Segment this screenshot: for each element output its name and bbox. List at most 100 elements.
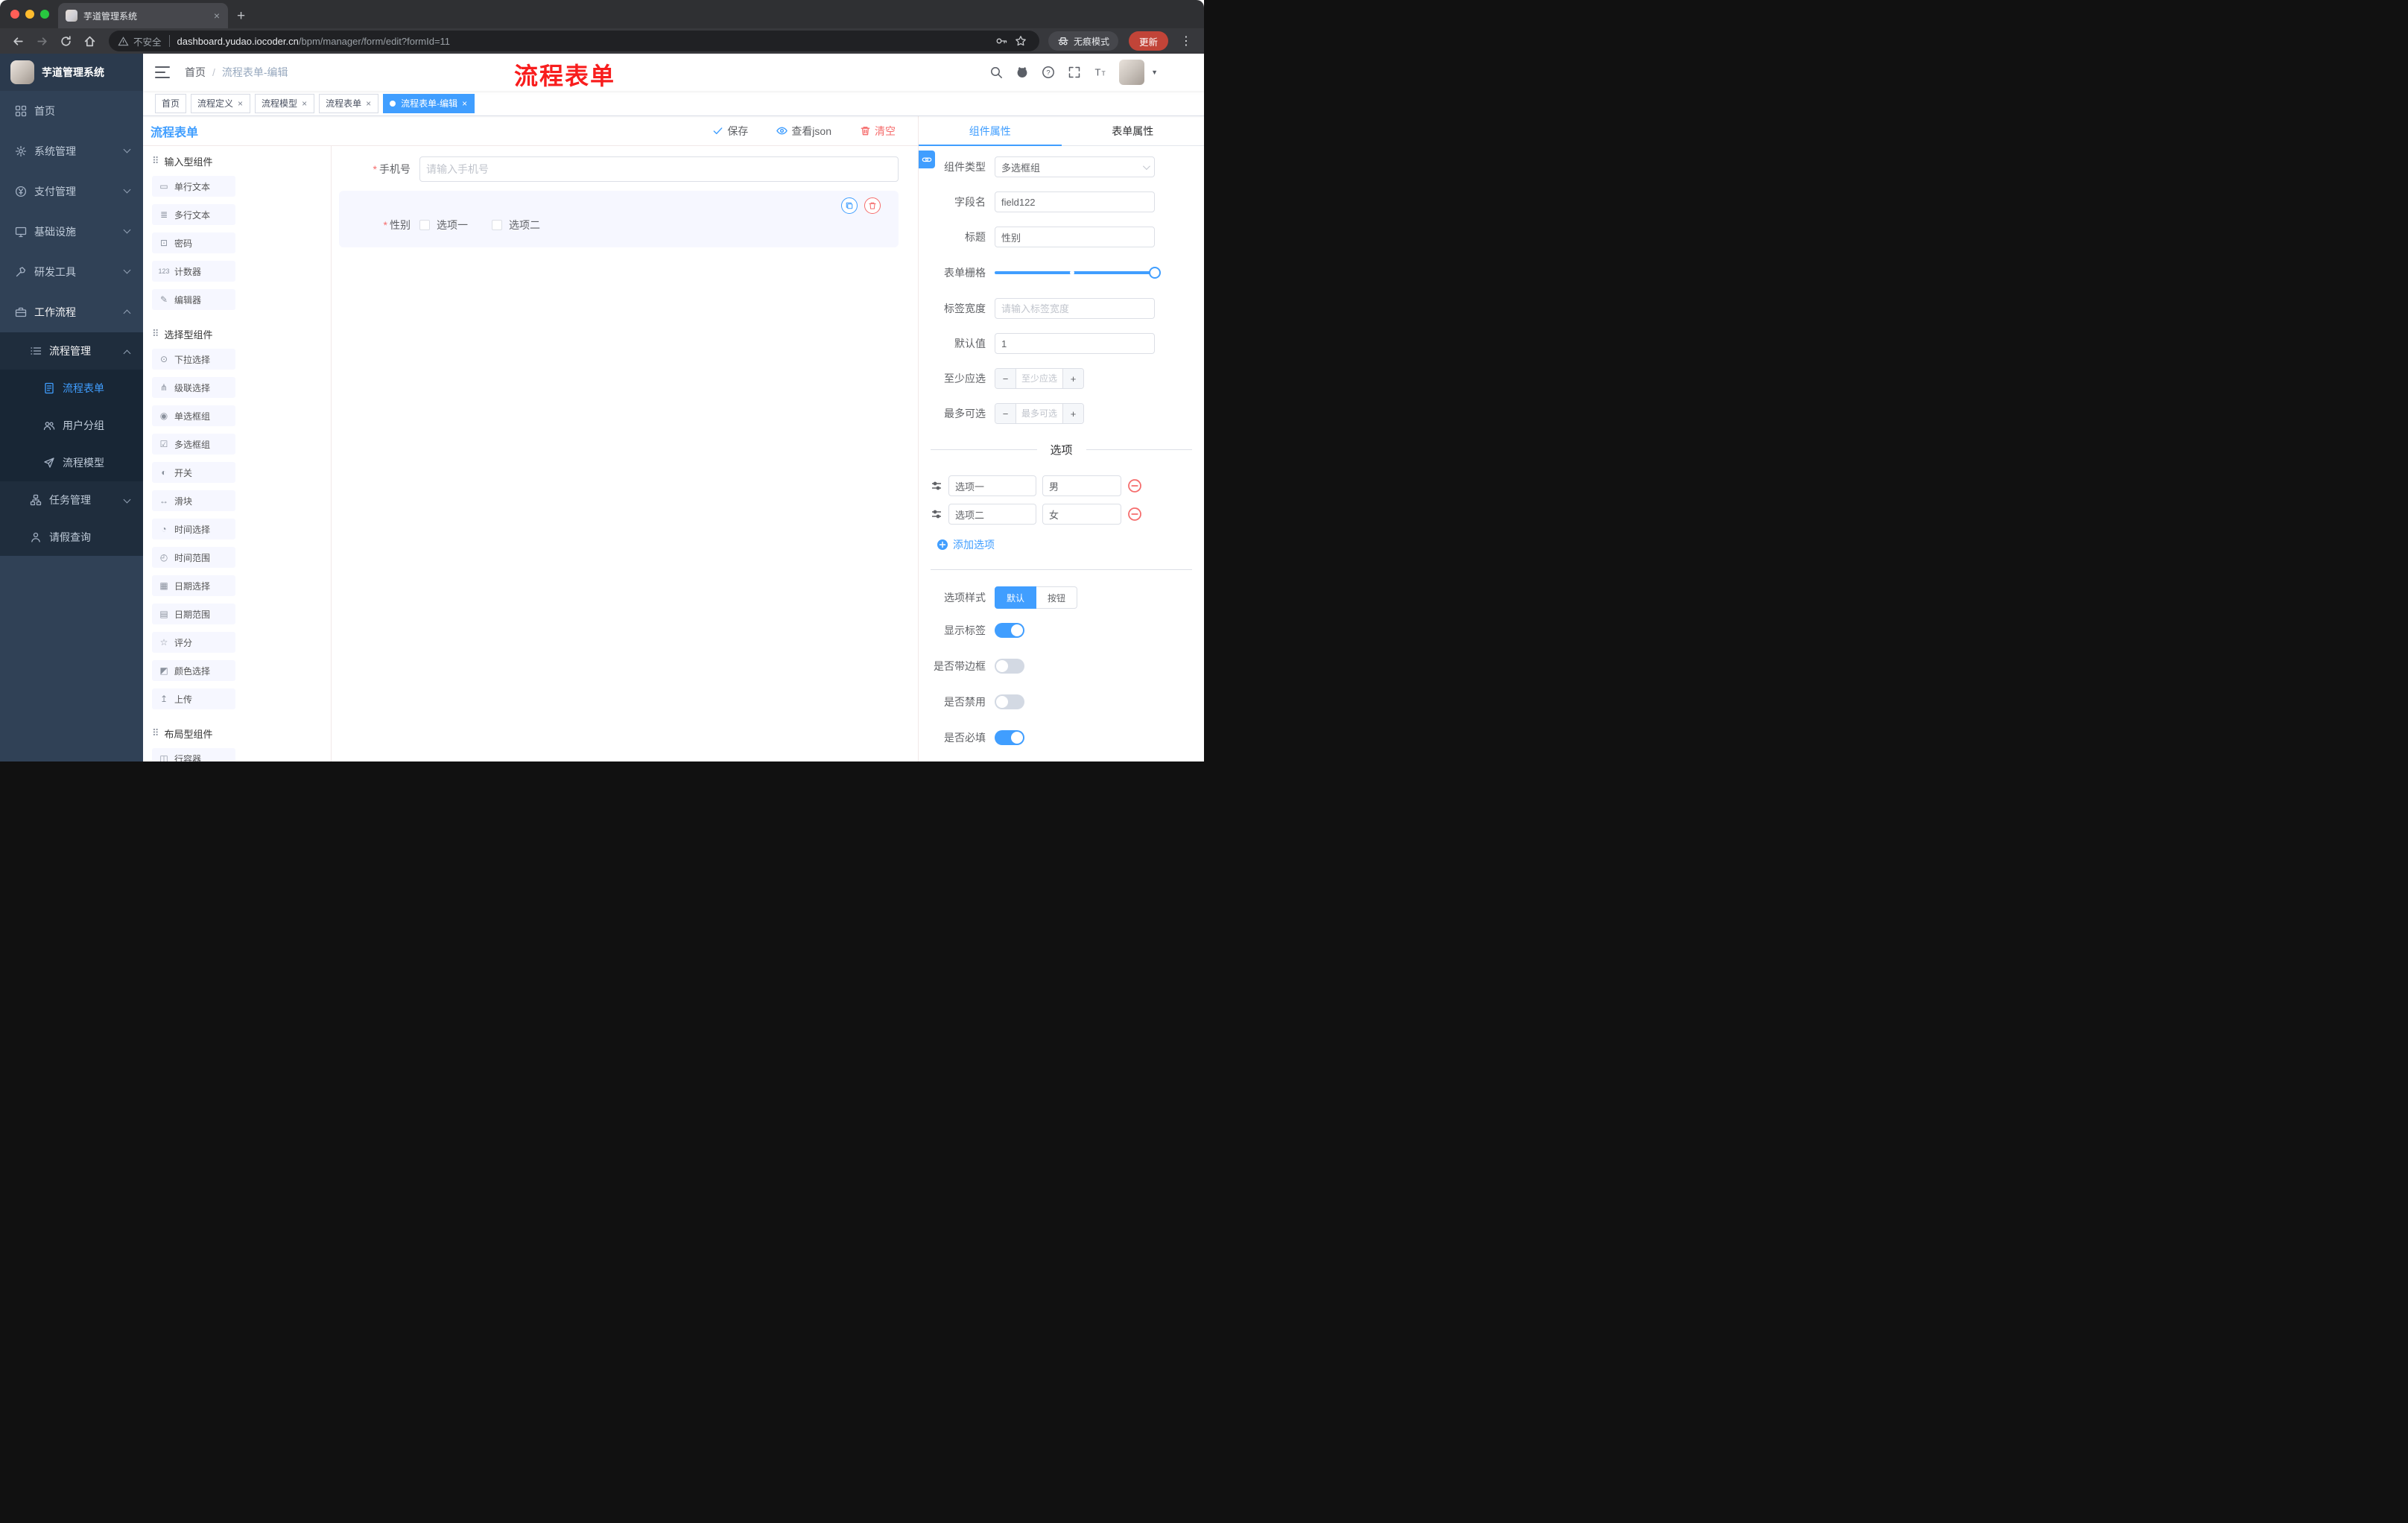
sidebar-logo[interactable]: 芋道管理系统 [0,54,143,91]
gender-option2-checkbox[interactable]: 选项二 [492,218,540,232]
grid-slider[interactable] [995,267,1161,279]
sidebar-item-process-management[interactable]: 流程管理 [0,332,143,370]
option-style-default-button[interactable]: 默认 [995,586,1037,609]
tag-close-icon[interactable]: × [365,98,372,109]
clear-button[interactable]: 清空 [855,123,900,139]
sidebar-item-devtools[interactable]: 研发工具 [0,252,143,292]
palette-item-textarea[interactable]: ≣ 多行文本 [152,204,235,225]
back-button[interactable] [7,31,28,51]
remove-option-icon[interactable] [1127,478,1142,493]
tag-process-form-edit[interactable]: 流程表单-编辑 × [383,93,475,113]
required-toggle[interactable] [995,730,1024,745]
tab-form-props[interactable]: 表单属性 [1062,116,1205,145]
security-label[interactable]: 不安全 [133,34,162,48]
phone-input[interactable] [419,156,899,182]
password-key-icon[interactable] [992,31,1011,51]
palette-item-select[interactable]: ⊙ 下拉选择 [152,349,235,370]
palette-item-slider[interactable]: ↔ 滑块 [152,490,235,511]
avatar-caret-icon[interactable]: ▼ [1151,69,1158,76]
option-value-input[interactable] [1042,504,1121,525]
sidebar-item-process-model[interactable]: 流程模型 [0,444,143,481]
reload-button[interactable] [55,31,76,51]
increase-button[interactable]: + [1062,404,1083,423]
sidebar-item-system[interactable]: 系统管理 [0,131,143,171]
help-icon[interactable]: ? [1041,65,1056,80]
window-minimize-button[interactable] [25,10,34,19]
new-tab-button[interactable]: + [237,9,245,23]
search-icon[interactable] [989,65,1004,80]
view-json-button[interactable]: 查看json [772,123,836,139]
label-width-input[interactable] [995,298,1155,319]
tag-close-icon[interactable]: × [461,98,468,109]
hamburger-icon[interactable] [155,66,171,78]
palette-item-color-picker[interactable]: ◩ 颜色选择 [152,660,235,681]
option-label-input[interactable] [948,504,1036,525]
disabled-toggle[interactable] [995,694,1024,709]
gender-option1-checkbox[interactable]: 选项一 [419,218,468,232]
canvas-field-gender-selected[interactable]: 性别 选项一 选项二 [339,191,899,247]
copy-field-icon[interactable] [841,197,858,214]
tab-close-icon[interactable]: × [212,10,222,21]
slider-handle[interactable] [1149,267,1161,279]
sidebar-item-task-management[interactable]: 任务管理 [0,481,143,519]
fullscreen-icon[interactable] [1067,65,1082,80]
sidebar-item-home[interactable]: 首页 [0,91,143,131]
browser-tab[interactable]: 芋道管理系统 × [58,3,228,28]
address-bar[interactable]: 不安全 dashboard.yudao.iocoder.cn/bpm/manag… [109,31,1039,51]
palette-item-rate[interactable]: ☆ 评分 [152,632,235,653]
palette-item-date-range[interactable]: ▤ 日期范围 [152,604,235,624]
increase-button[interactable]: + [1062,369,1083,388]
window-close-button[interactable] [10,10,19,19]
palette-item-time-range[interactable]: ◴ 时间范围 [152,547,235,568]
border-toggle[interactable] [995,659,1024,674]
forward-button[interactable] [31,31,52,51]
drag-handle-icon[interactable] [931,480,942,492]
drag-handle-icon[interactable] [931,508,942,520]
sidebar-item-process-form[interactable]: 流程表单 [0,370,143,407]
user-avatar[interactable] [1119,60,1145,85]
option-style-button-button[interactable]: 按钮 [1036,586,1078,609]
palette-item-counter[interactable]: 123 计数器 [152,261,235,282]
home-button[interactable] [79,31,100,51]
title-input[interactable] [995,227,1155,247]
palette-item-date-picker[interactable]: ▦ 日期选择 [152,575,235,596]
link-badge-icon[interactable] [919,151,935,168]
palette-item-row-container[interactable]: ◫ 行容器 [152,748,235,762]
palette-item-upload[interactable]: ↥ 上传 [152,688,235,709]
browser-update-button[interactable]: 更新 [1128,31,1168,51]
palette-item-time-picker[interactable]: ◔ 时间选择 [152,519,235,539]
breadcrumb-home[interactable]: 首页 [185,65,206,80]
tag-process-model[interactable]: 流程模型 × [255,93,315,113]
window-zoom-button[interactable] [40,10,49,19]
tag-close-icon[interactable]: × [237,98,244,109]
sidebar-item-infrastructure[interactable]: 基础设施 [0,212,143,252]
default-value-input[interactable] [995,333,1155,354]
github-icon[interactable] [1015,65,1030,80]
sidebar-item-leave-query[interactable]: 请假查询 [0,519,143,556]
tag-home[interactable]: 首页 [155,93,187,113]
palette-item-radio-group[interactable]: ◉ 单选框组 [152,405,235,426]
palette-item-password[interactable]: ⊡ 密码 [152,232,235,253]
save-button[interactable]: 保存 [708,123,752,139]
decrease-button[interactable]: − [995,404,1016,423]
url-text[interactable]: dashboard.yudao.iocoder.cn/bpm/manager/f… [177,36,992,47]
palette-item-checkbox-group[interactable]: ☑ 多选框组 [152,434,235,455]
sidebar-item-payment[interactable]: 支付管理 [0,171,143,212]
canvas-field-phone[interactable]: 手机号 [339,156,899,182]
max-select-input[interactable] [1016,404,1062,423]
palette-item-switch[interactable]: ◐ 开关 [152,462,235,483]
tag-process-form[interactable]: 流程表单 × [319,93,379,113]
palette-item-cascader[interactable]: ⋔ 级联选择 [152,377,235,398]
option-label-input[interactable] [948,475,1036,496]
min-select-input[interactable] [1016,369,1062,388]
delete-field-icon[interactable] [864,197,881,214]
remove-option-icon[interactable] [1127,507,1142,522]
field-name-input[interactable] [995,191,1155,212]
palette-item-single-text[interactable]: ▭ 单行文本 [152,176,235,197]
tab-component-props[interactable]: 组件属性 [919,116,1062,146]
tag-process-definition[interactable]: 流程定义 × [191,93,251,113]
show-label-toggle[interactable] [995,623,1024,638]
font-size-icon[interactable]: TT [1093,65,1108,80]
palette-item-editor[interactable]: ✎ 编辑器 [152,289,235,310]
browser-menu-icon[interactable]: ⋮ [1176,34,1197,48]
